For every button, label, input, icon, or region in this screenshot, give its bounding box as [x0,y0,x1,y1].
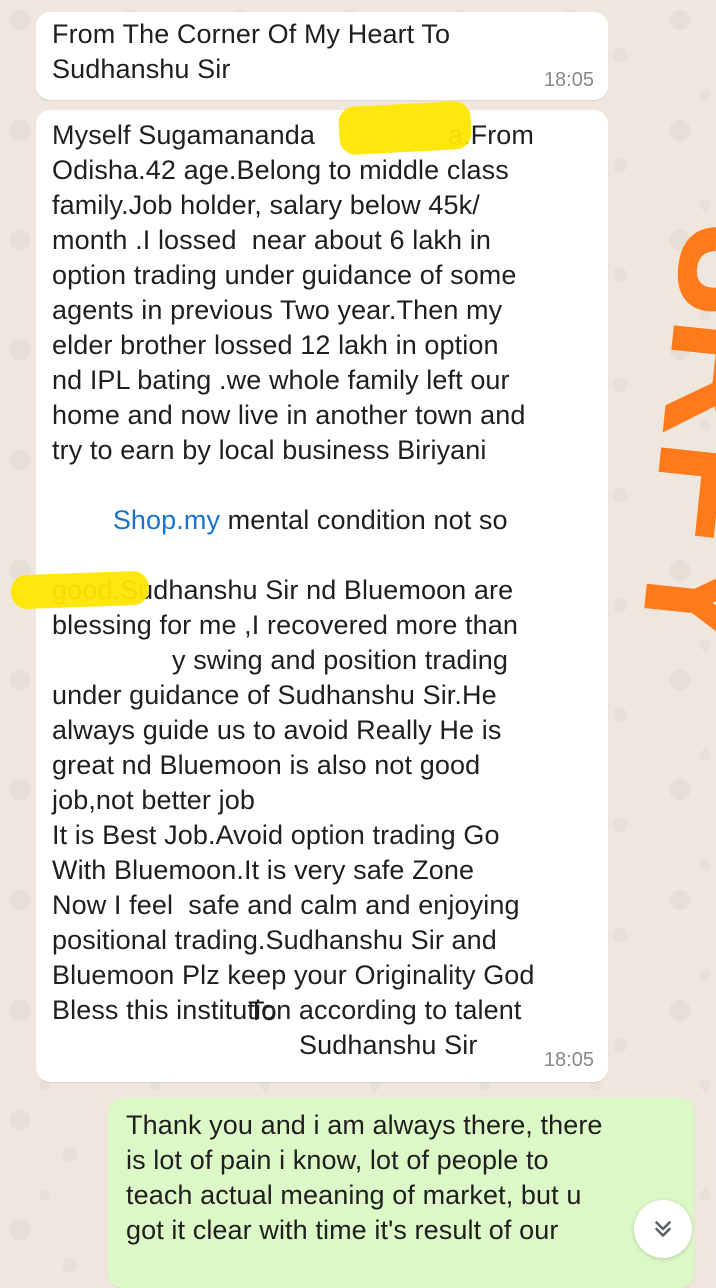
overlay-text: 3RFY [603,216,716,668]
double-chevron-down-icon [655,1221,671,1237]
orange-handwriting-overlay: 3RFY [603,216,716,668]
chat-view[interactable]: From The Corner Of My Heart To Sudhanshu… [0,0,716,1288]
scroll-down-button[interactable] [634,1200,692,1258]
